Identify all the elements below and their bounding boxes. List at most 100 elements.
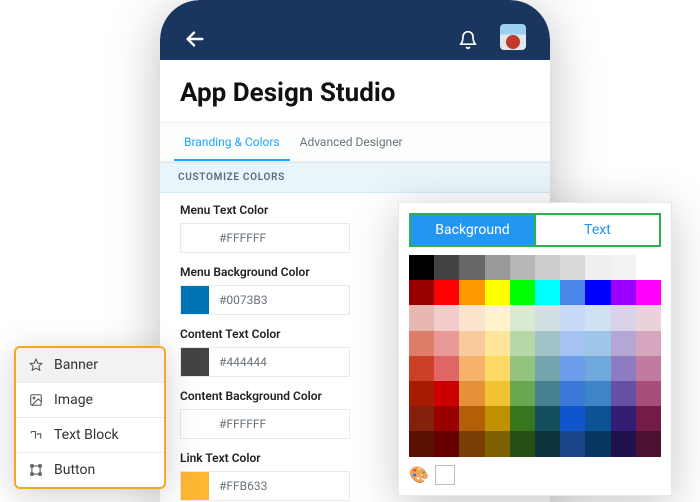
palette-swatch[interactable] bbox=[585, 356, 610, 381]
picker-tab-text[interactable]: Text bbox=[536, 215, 659, 245]
palette-swatch[interactable] bbox=[510, 406, 535, 431]
color-input[interactable]: #0073B3 bbox=[180, 285, 350, 315]
palette-swatch[interactable] bbox=[611, 280, 636, 305]
palette-swatch[interactable] bbox=[535, 280, 560, 305]
palette-swatch[interactable] bbox=[611, 381, 636, 406]
palette-swatch[interactable] bbox=[535, 255, 560, 280]
palette-swatch[interactable] bbox=[434, 406, 459, 431]
palette-swatch[interactable] bbox=[585, 406, 610, 431]
palette-swatch[interactable] bbox=[510, 331, 535, 356]
notifications-icon[interactable] bbox=[458, 30, 478, 50]
palette-swatch[interactable] bbox=[409, 280, 434, 305]
palette-swatch[interactable] bbox=[459, 331, 484, 356]
palette-swatch[interactable] bbox=[510, 305, 535, 330]
tab-advanced-designer[interactable]: Advanced Designer bbox=[290, 125, 413, 159]
palette-swatch[interactable] bbox=[409, 255, 434, 280]
color-palette bbox=[409, 255, 661, 457]
element-text-block[interactable]: Text Block bbox=[16, 418, 164, 453]
palette-swatch[interactable] bbox=[585, 255, 610, 280]
palette-swatch[interactable] bbox=[459, 255, 484, 280]
element-banner[interactable]: Banner bbox=[16, 348, 164, 383]
palette-swatch[interactable] bbox=[535, 431, 560, 456]
color-input[interactable]: #FFB633 bbox=[180, 471, 350, 501]
palette-swatch[interactable] bbox=[485, 381, 510, 406]
palette-swatch[interactable] bbox=[485, 431, 510, 456]
palette-swatch[interactable] bbox=[485, 255, 510, 280]
palette-swatch[interactable] bbox=[636, 356, 661, 381]
palette-swatch[interactable] bbox=[409, 431, 434, 456]
palette-swatch[interactable] bbox=[535, 356, 560, 381]
palette-swatch[interactable] bbox=[459, 305, 484, 330]
palette-swatch[interactable] bbox=[459, 381, 484, 406]
palette-swatch[interactable] bbox=[510, 431, 535, 456]
palette-swatch[interactable] bbox=[409, 381, 434, 406]
palette-swatch[interactable] bbox=[636, 431, 661, 456]
palette-swatch[interactable] bbox=[485, 356, 510, 381]
palette-swatch[interactable] bbox=[636, 331, 661, 356]
element-image[interactable]: Image bbox=[16, 383, 164, 418]
palette-swatch[interactable] bbox=[459, 431, 484, 456]
palette-swatch[interactable] bbox=[434, 331, 459, 356]
palette-swatch[interactable] bbox=[611, 406, 636, 431]
palette-swatch[interactable] bbox=[535, 381, 560, 406]
palette-swatch[interactable] bbox=[434, 381, 459, 406]
palette-swatch[interactable] bbox=[611, 431, 636, 456]
palette-swatch[interactable] bbox=[434, 255, 459, 280]
palette-icon[interactable]: 🎨 bbox=[409, 465, 429, 484]
palette-swatch[interactable] bbox=[611, 305, 636, 330]
palette-swatch[interactable] bbox=[560, 381, 585, 406]
palette-swatch[interactable] bbox=[510, 280, 535, 305]
palette-swatch[interactable] bbox=[611, 356, 636, 381]
palette-swatch[interactable] bbox=[560, 331, 585, 356]
palette-swatch[interactable] bbox=[560, 406, 585, 431]
palette-swatch[interactable] bbox=[485, 406, 510, 431]
palette-swatch[interactable] bbox=[560, 305, 585, 330]
color-value: #FFB633 bbox=[209, 479, 267, 493]
picker-tab-background[interactable]: Background bbox=[411, 215, 536, 245]
palette-swatch[interactable] bbox=[560, 255, 585, 280]
palette-swatch[interactable] bbox=[585, 431, 610, 456]
palette-swatch[interactable] bbox=[434, 431, 459, 456]
palette-swatch[interactable] bbox=[409, 356, 434, 381]
palette-swatch[interactable] bbox=[560, 431, 585, 456]
palette-swatch[interactable] bbox=[585, 331, 610, 356]
palette-swatch[interactable] bbox=[535, 406, 560, 431]
back-icon[interactable] bbox=[184, 28, 206, 50]
palette-swatch[interactable] bbox=[459, 280, 484, 305]
palette-swatch[interactable] bbox=[434, 356, 459, 381]
palette-swatch[interactable] bbox=[485, 305, 510, 330]
palette-swatch[interactable] bbox=[611, 255, 636, 280]
palette-swatch[interactable] bbox=[510, 356, 535, 381]
palette-swatch[interactable] bbox=[510, 381, 535, 406]
palette-swatch[interactable] bbox=[535, 305, 560, 330]
palette-swatch[interactable] bbox=[485, 280, 510, 305]
palette-swatch[interactable] bbox=[409, 305, 434, 330]
palette-swatch[interactable] bbox=[585, 381, 610, 406]
palette-swatch[interactable] bbox=[585, 280, 610, 305]
palette-swatch[interactable] bbox=[636, 255, 661, 280]
color-input[interactable]: #FFFFFF bbox=[180, 223, 350, 253]
palette-swatch[interactable] bbox=[535, 331, 560, 356]
palette-swatch[interactable] bbox=[510, 255, 535, 280]
palette-swatch[interactable] bbox=[611, 331, 636, 356]
color-input[interactable]: #444444 bbox=[180, 347, 350, 377]
palette-swatch[interactable] bbox=[409, 406, 434, 431]
tab-branding-colors[interactable]: Branding & Colors bbox=[174, 125, 290, 161]
palette-swatch[interactable] bbox=[434, 280, 459, 305]
palette-swatch[interactable] bbox=[560, 356, 585, 381]
palette-swatch[interactable] bbox=[585, 305, 610, 330]
palette-swatch[interactable] bbox=[636, 305, 661, 330]
element-button[interactable]: Button bbox=[16, 453, 164, 487]
palette-swatch[interactable] bbox=[485, 331, 510, 356]
avatar[interactable] bbox=[500, 24, 526, 50]
palette-swatch[interactable] bbox=[459, 406, 484, 431]
palette-swatch[interactable] bbox=[459, 356, 484, 381]
current-color-swatch[interactable] bbox=[435, 465, 455, 485]
palette-swatch[interactable] bbox=[636, 280, 661, 305]
palette-swatch[interactable] bbox=[409, 331, 434, 356]
color-input[interactable]: #FFFFFF bbox=[180, 409, 350, 439]
palette-swatch[interactable] bbox=[636, 381, 661, 406]
palette-swatch[interactable] bbox=[636, 406, 661, 431]
palette-swatch[interactable] bbox=[560, 280, 585, 305]
palette-swatch[interactable] bbox=[434, 305, 459, 330]
